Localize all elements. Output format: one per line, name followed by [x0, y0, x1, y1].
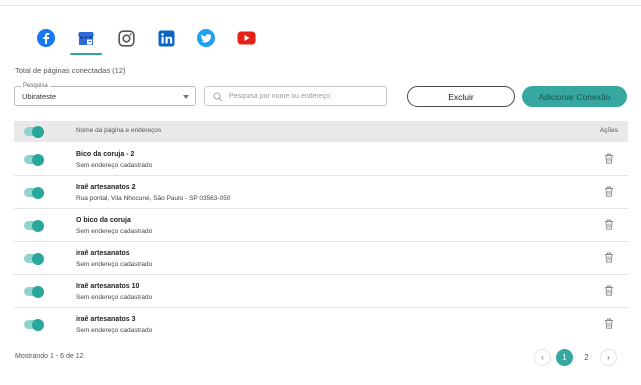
row-toggle[interactable] — [24, 186, 44, 199]
page-name: Bico da coruja - 2 — [76, 151, 135, 158]
toggle-knob — [32, 285, 44, 298]
page-name: Iraê artesanatos 2 — [76, 184, 136, 191]
page-address: Sem endereço cadastrado — [76, 261, 153, 268]
page-address: Sem endereço cadastrado — [76, 162, 153, 169]
row-toggle[interactable] — [24, 285, 44, 298]
google-my-business-icon — [78, 32, 94, 45]
toggle-knob — [32, 125, 44, 138]
chevron-down-icon — [183, 95, 189, 99]
facebook-icon — [37, 29, 55, 47]
row-toggle[interactable] — [24, 318, 44, 331]
table-row: iraê artesanatos 3 Sem endereço cadastra… — [14, 308, 628, 341]
total-connected-pages: Total de páginas conectadas (12) — [15, 66, 126, 75]
page-name: iraê artesanatos — [76, 250, 130, 257]
row-toggle[interactable] — [24, 219, 44, 232]
page-name: Iraê artesanatos 10 — [76, 283, 140, 290]
select-all-toggle[interactable] — [24, 125, 44, 138]
youtube-icon — [237, 31, 255, 45]
instagram-icon — [117, 29, 135, 47]
table-row: O bico da coruja Sem endereço cadastrado — [14, 209, 628, 242]
trash-icon[interactable] — [604, 219, 614, 230]
add-connection-button[interactable]: Adicionar Conexão — [522, 86, 627, 107]
page-address: Sem endereço cadastrado — [76, 228, 153, 235]
prev-page-button[interactable]: ‹ — [534, 348, 551, 366]
tab-facebook[interactable] — [26, 24, 66, 52]
linkedin-icon — [158, 30, 174, 46]
top-divider — [0, 0, 641, 6]
pagination-summary: Mostrando 1 - 6 de 12 — [15, 353, 84, 360]
table-row: Iraê artesanatos 2 Rua pontal, Vila Nhoc… — [14, 176, 628, 209]
toggle-knob — [32, 219, 44, 232]
trash-icon[interactable] — [604, 318, 614, 329]
trash-icon[interactable] — [604, 186, 614, 197]
search-input[interactable] — [229, 90, 379, 103]
page-address: Rua pontal, Vila Nhocuné, São Paulo - SP… — [76, 195, 231, 202]
toggle-knob — [32, 186, 44, 199]
social-network-tabs — [26, 24, 266, 55]
tab-twitter[interactable] — [186, 24, 226, 52]
toggle-knob — [32, 252, 44, 265]
table-header: Nome da página e endereços Ações — [14, 121, 628, 142]
filter-value: Ubirateste — [22, 92, 57, 101]
tab-linkedin[interactable] — [146, 24, 186, 52]
tab-youtube[interactable] — [226, 24, 266, 52]
table-row: Bico da coruja - 2 Sem endereço cadastra… — [14, 143, 628, 176]
tab-google-my-business[interactable] — [66, 24, 106, 55]
toggle-knob — [32, 153, 44, 166]
page-button-2[interactable]: 2 — [578, 348, 595, 366]
delete-button[interactable]: Excluir — [407, 86, 515, 107]
column-header-name: Nome da página e endereços — [76, 127, 162, 134]
toggle-knob — [32, 318, 44, 331]
page-name: O bico da coruja — [76, 217, 131, 224]
trash-icon[interactable] — [604, 285, 614, 296]
trash-icon[interactable] — [604, 153, 614, 164]
page-name: iraê artesanatos 3 — [76, 316, 136, 323]
page-address: Sem endereço cadastrado — [76, 294, 153, 301]
row-toggle[interactable] — [24, 252, 44, 265]
filter-legend: Pesquisa — [21, 82, 50, 90]
search-box — [204, 86, 387, 106]
page-button-1[interactable]: 1 — [556, 348, 573, 366]
twitter-icon — [197, 29, 215, 47]
next-page-button[interactable]: › — [600, 348, 617, 366]
pagination: ‹ 1 2 › — [534, 348, 617, 366]
table-row: Iraê artesanatos 10 Sem endereço cadastr… — [14, 275, 628, 308]
page-filter-select[interactable]: Pesquisa Ubirateste — [14, 82, 196, 106]
tab-instagram[interactable] — [106, 24, 146, 52]
row-toggle[interactable] — [24, 153, 44, 166]
trash-icon[interactable] — [604, 252, 614, 263]
table-row: iraê artesanatos Sem endereço cadastrado — [14, 242, 628, 275]
page-address: Sem endereço cadastrado — [76, 327, 153, 334]
column-header-actions: Ações — [599, 127, 618, 134]
search-icon — [213, 92, 223, 102]
